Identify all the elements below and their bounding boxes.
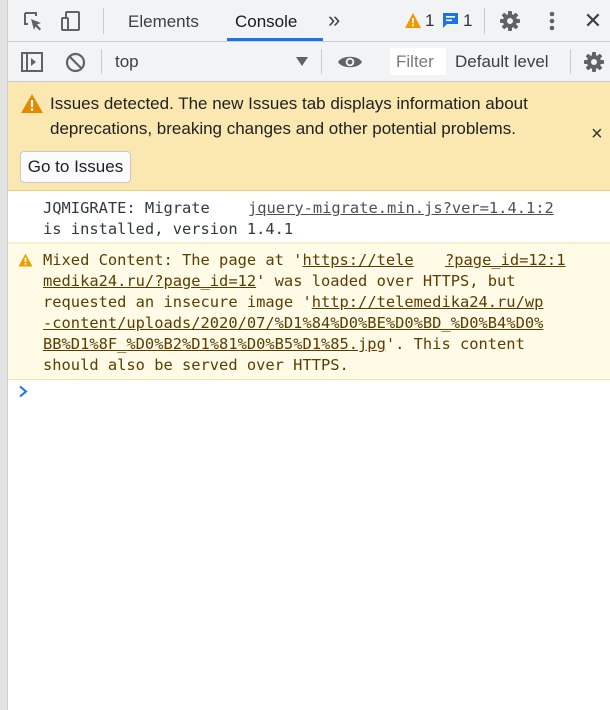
separator <box>570 49 571 74</box>
console-prompt-chevron-icon[interactable] <box>18 385 30 399</box>
separator <box>101 49 102 74</box>
live-expression-eye-icon[interactable] <box>336 50 364 74</box>
log-level-dropdown[interactable]: Default level <box>455 42 549 81</box>
inspect-element-icon[interactable] <box>21 9 45 33</box>
console-settings-gear-icon[interactable] <box>582 50 606 74</box>
context-selector[interactable]: top <box>115 42 139 81</box>
close-banner-icon[interactable]: × <box>591 124 607 144</box>
separator <box>103 8 104 34</box>
devtools-tabbar: Elements Console » 1 1 ✕ <box>8 0 610 42</box>
message-text: should also be served over HTTPS. <box>43 356 349 374</box>
image-url-link[interactable]: http://telemedika24.ru/wp <box>312 293 544 311</box>
issues-message-line: Issues detected. The new Issues tab disp… <box>50 94 528 113</box>
warning-line: Mixed Content: The page at 'https://tele <box>43 250 414 271</box>
message-text: '. This content <box>385 335 525 353</box>
image-url-link[interactable]: BB%D1%8F_%D0%B2%D1%81%D0%B5%D1%85.jpg <box>43 335 386 353</box>
issues-message: Issues detected. The new Issues tab disp… <box>50 91 570 141</box>
page-url-link[interactable]: medika24.ru/?page_id=12 <box>43 272 256 290</box>
warning-line: BB%D1%8F_%D0%B2%D1%81%D0%B5%D1%85.jpg'. … <box>43 334 525 355</box>
sidebar-toggle-icon[interactable] <box>20 50 44 74</box>
clear-console-icon[interactable] <box>63 50 87 74</box>
message-source-link[interactable]: ?page_id=12:1 <box>445 250 565 271</box>
context-dropdown-arrow-icon[interactable] <box>295 54 309 68</box>
console-toolbar: top Filter Default level <box>8 42 610 82</box>
warning-icon <box>17 252 33 267</box>
message-source-link[interactable]: jquery-migrate.min.js?ver=1.4.1:2 <box>248 198 554 219</box>
warnings-count[interactable]: 1 <box>425 11 434 31</box>
close-devtools-icon[interactable]: ✕ <box>582 8 604 33</box>
image-url-link[interactable]: -content/uploads/2020/07/%D1%84%D0%BE%D0… <box>43 313 543 334</box>
tab-console[interactable]: Console <box>235 0 297 41</box>
more-options-icon[interactable] <box>540 9 564 33</box>
warning-icon[interactable] <box>403 11 422 29</box>
messages-count[interactable]: 1 <box>463 11 472 31</box>
message-text: JQMIGRATE: Migrate <box>43 199 210 217</box>
device-toolbar-icon[interactable] <box>59 9 83 33</box>
warning-line: medika24.ru/?page_id=12' was loaded over… <box>43 271 516 292</box>
settings-gear-icon[interactable] <box>498 9 522 33</box>
separator <box>321 49 322 74</box>
console-message-warning: Mixed Content: The page at 'https://tele… <box>8 243 610 380</box>
issues-message-line: deprecations, breaking changes and other… <box>50 119 516 138</box>
filter-input[interactable]: Filter <box>390 48 446 75</box>
tab-elements[interactable]: Elements <box>128 0 199 41</box>
issues-warning-icon <box>20 92 44 114</box>
issues-banner: Issues detected. The new Issues tab disp… <box>8 82 610 191</box>
left-edge <box>0 0 8 710</box>
separator <box>484 8 485 34</box>
console-input[interactable] <box>38 382 598 402</box>
console-message-info: JQMIGRATE: Migrate jquery-migrate.min.js… <box>8 191 610 243</box>
page-url-link[interactable]: https://tele <box>302 251 413 269</box>
message-text: Mixed Content: The page at ' <box>43 251 303 269</box>
active-tab-indicator <box>227 38 323 41</box>
message-text: ' was loaded over HTTPS, but <box>256 272 516 290</box>
message-text: is installed, version 1.4.1 <box>43 220 294 238</box>
message-icon[interactable] <box>441 11 459 29</box>
message-text: requested an insecure image ' <box>43 293 312 311</box>
warning-line: requested an insecure image 'http://tele… <box>43 292 543 313</box>
go-to-issues-button[interactable]: Go to Issues <box>20 151 131 183</box>
more-tabs-button[interactable]: » <box>328 0 340 41</box>
